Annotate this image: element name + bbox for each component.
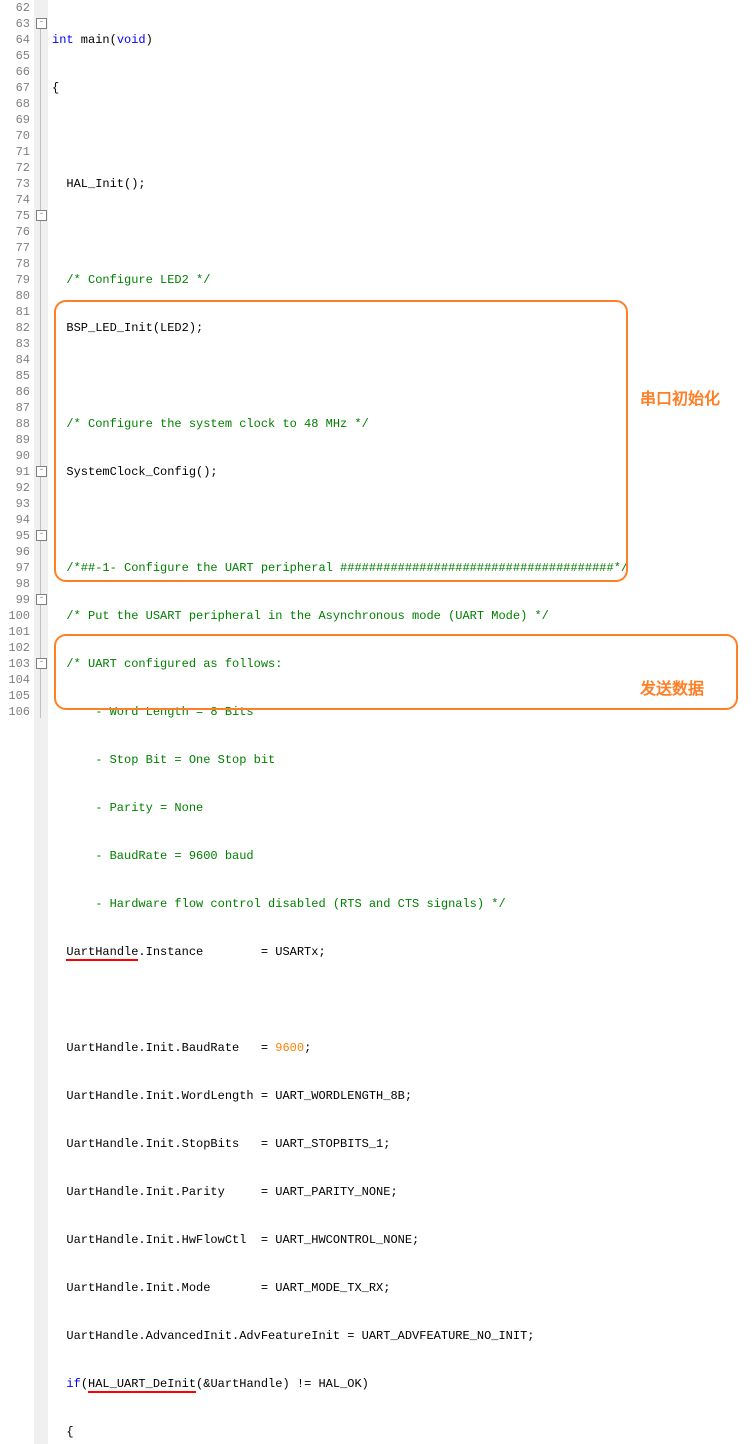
code-text: BSP_LED_Init(LED2); [52,321,203,335]
line-number: 90 [0,448,30,464]
keyword: void [117,33,146,47]
line-number: 97 [0,560,30,576]
code-text: UartHandle.Init.BaudRate = [52,1041,275,1055]
line-number: 63 [0,16,30,32]
underlined-identifier: UartHandle [66,945,138,961]
line-number: 78 [0,256,30,272]
comment: - Parity = None [52,801,203,815]
line-number: 74 [0,192,30,208]
line-number: 103 [0,656,30,672]
line-number: 96 [0,544,30,560]
line-number: 84 [0,352,30,368]
fold-column: - - - - - - [34,0,48,1444]
line-number: 91 [0,464,30,480]
code-text: ; [304,1041,311,1055]
line-number: 65 [0,48,30,64]
line-number: 99 [0,592,30,608]
line-number: 79 [0,272,30,288]
fold-toggle-icon[interactable]: - [36,466,47,477]
code-text: (&UartHandle) != HAL_OK) [196,1377,369,1391]
line-number: 64 [0,32,30,48]
comment: /* Configure LED2 */ [52,273,210,287]
code-text: .Instance = USARTx; [138,945,325,959]
code-text [52,945,66,959]
line-number: 106 [0,704,30,720]
comment: - BaudRate = 9600 baud [52,849,254,863]
fold-line [40,18,41,718]
line-number: 67 [0,80,30,96]
code-text: UartHandle.AdvancedInit.AdvFeatureInit =… [52,1329,534,1343]
code-text: UartHandle.Init.HwFlowCtl = UART_HWCONTR… [52,1233,419,1247]
code-text: UartHandle.Init.Parity = UART_PARITY_NON… [52,1185,398,1199]
line-number: 100 [0,608,30,624]
keyword: int [52,33,74,47]
line-number: 88 [0,416,30,432]
code-text: UartHandle.Init.Mode = UART_MODE_TX_RX; [52,1281,390,1295]
line-number: 102 [0,640,30,656]
line-number: 69 [0,112,30,128]
code-text: main( [74,33,117,47]
code-text: ) [146,33,153,47]
code-area[interactable]: int main(void) { HAL_Init(); /* Configur… [48,0,755,1444]
fold-toggle-icon[interactable]: - [36,530,47,541]
brace: { [52,1425,74,1439]
comment: - Word Length = 8 Bits [52,705,254,719]
fold-toggle-icon[interactable]: - [36,594,47,605]
line-number: 70 [0,128,30,144]
line-number: 86 [0,384,30,400]
fold-toggle-icon[interactable]: - [36,18,47,29]
comment: - Stop Bit = One Stop bit [52,753,275,767]
line-number: 62 [0,0,30,16]
code-text: ( [81,1377,88,1391]
underlined-fn: HAL_UART_DeInit [88,1377,196,1393]
line-number: 71 [0,144,30,160]
code-text: UartHandle.Init.StopBits = UART_STOPBITS… [52,1137,390,1151]
line-number: 87 [0,400,30,416]
line-number: 75 [0,208,30,224]
code-text: UartHandle.Init.WordLength = UART_WORDLE… [52,1089,412,1103]
annotation-label-send-data: 发送数据 [640,682,704,698]
fold-toggle-icon[interactable]: - [36,210,47,221]
comment: /* Configure the system clock to 48 MHz … [52,417,369,431]
line-number: 89 [0,432,30,448]
line-number: 82 [0,320,30,336]
comment: /* Put the USART peripheral in the Async… [52,609,549,623]
line-number: 92 [0,480,30,496]
comment: /* UART configured as follows: [52,657,282,671]
line-number: 66 [0,64,30,80]
keyword: if [66,1377,80,1391]
line-number: 76 [0,224,30,240]
line-number: 98 [0,576,30,592]
line-number: 93 [0,496,30,512]
line-number: 94 [0,512,30,528]
code-text [52,1377,66,1391]
line-number: 83 [0,336,30,352]
code-text: HAL_Init(); [52,177,146,191]
line-number: 73 [0,176,30,192]
code-text: SystemClock_Config(); [52,465,218,479]
line-number: 81 [0,304,30,320]
line-number: 80 [0,288,30,304]
comment: /*##-1- Configure the UART peripheral ##… [52,561,628,575]
comment: - Hardware flow control disabled (RTS an… [52,897,506,911]
line-number-gutter: 62 63 64 65 66 67 68 69 70 71 72 73 74 7… [0,0,34,1444]
line-number: 77 [0,240,30,256]
line-number: 105 [0,688,30,704]
line-number: 72 [0,160,30,176]
code-editor: 62 63 64 65 66 67 68 69 70 71 72 73 74 7… [0,0,755,1444]
line-number: 101 [0,624,30,640]
brace: { [52,81,59,95]
line-number: 95 [0,528,30,544]
line-number: 104 [0,672,30,688]
number: 9600 [275,1041,304,1055]
fold-toggle-icon[interactable]: - [36,658,47,669]
line-number: 68 [0,96,30,112]
annotation-label-serial-init: 串口初始化 [640,392,720,408]
line-number: 85 [0,368,30,384]
